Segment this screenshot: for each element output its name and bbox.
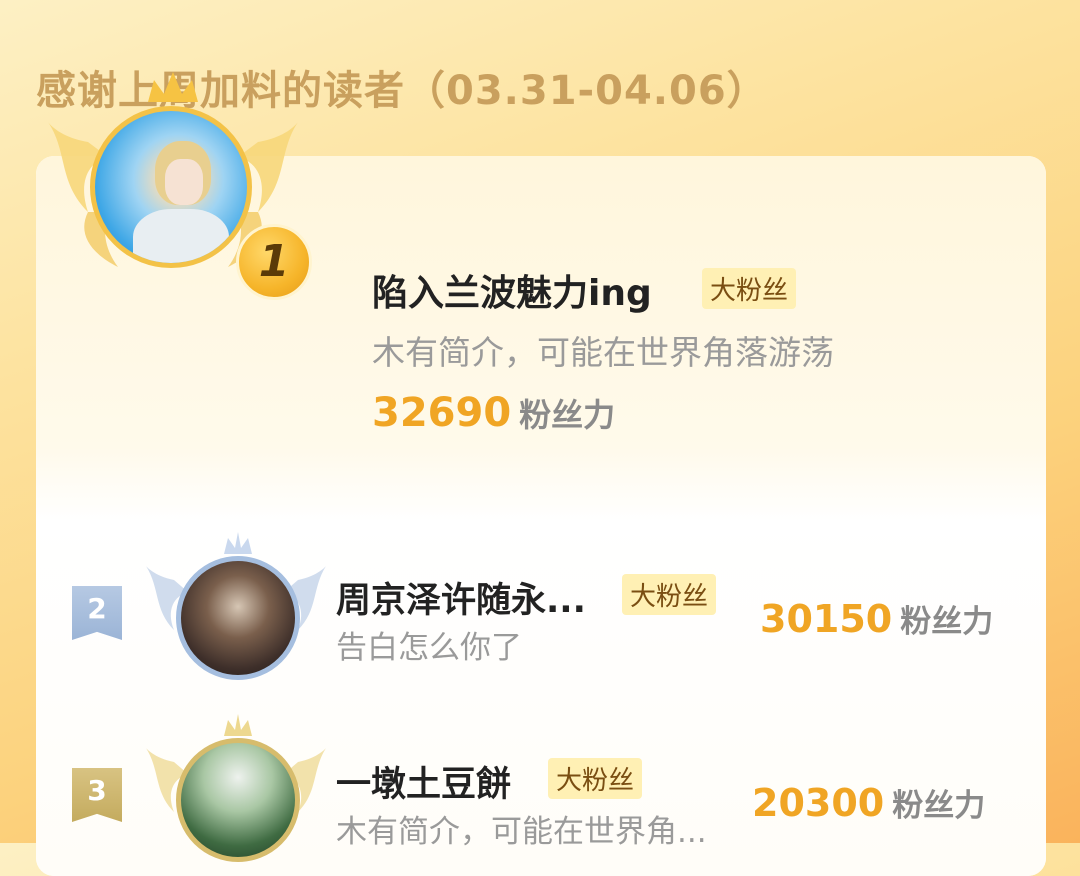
avatar[interactable] — [176, 556, 300, 680]
fan-power-rank-3: 20300 粉丝力 — [752, 780, 985, 825]
fan-power-rank-1: 32690 粉丝力 — [372, 390, 615, 436]
fan-power-value: 30150 — [760, 597, 893, 641]
fan-level-badge: 大粉丝 — [548, 758, 643, 799]
fan-level-badge: 大粉丝 — [702, 268, 797, 309]
user-bio-rank-1: 木有简介，可能在世界角落游荡 — [372, 333, 834, 372]
rank-1-avatar-badge[interactable]: 1 — [48, 62, 312, 302]
fan-level-badge: 大粉丝 — [622, 574, 717, 615]
fan-power-value: 32690 — [372, 390, 512, 436]
rank-1-medal: 1 — [236, 224, 312, 300]
avatar[interactable] — [90, 106, 252, 268]
fan-power-unit: 粉丝力 — [900, 604, 994, 640]
fan-power-value: 20300 — [752, 781, 885, 825]
fan-power-unit: 粉丝力 — [892, 788, 986, 824]
avatar[interactable] — [176, 738, 300, 862]
rank-2-avatar-badge[interactable] — [146, 530, 326, 680]
user-name-rank-1[interactable]: 陷入兰波魅力ing — [372, 264, 652, 316]
user-bio-rank-2: 告白怎么你了 — [336, 630, 522, 666]
fan-power-unit: 粉丝力 — [519, 396, 616, 434]
user-bio-rank-3: 木有简介，可能在世界角... — [336, 814, 707, 850]
rank-3-avatar-badge[interactable] — [146, 712, 326, 862]
user-name-rank-3[interactable]: 一墩土豆餅 — [336, 756, 511, 807]
user-name-rank-2[interactable]: 周京泽许随永... — [336, 572, 586, 623]
fan-power-rank-2: 30150 粉丝力 — [760, 596, 993, 641]
